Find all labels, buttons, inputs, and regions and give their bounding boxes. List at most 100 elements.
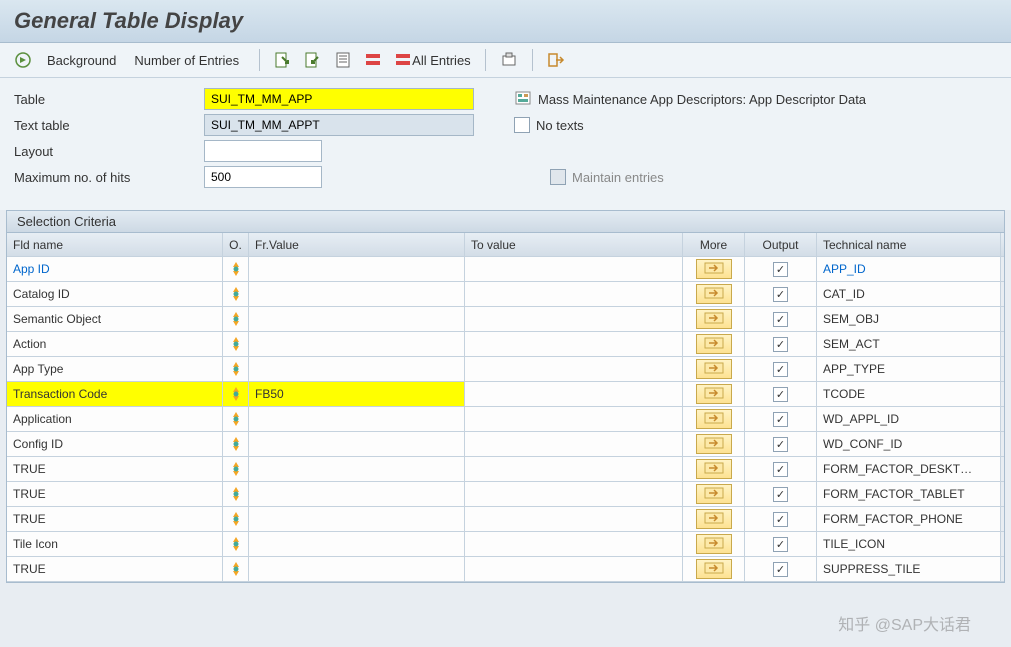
- fld-name-cell[interactable]: Application: [7, 407, 223, 431]
- output-checkbox[interactable]: ✓: [773, 437, 788, 452]
- operator-button[interactable]: [223, 432, 249, 456]
- col-op-header[interactable]: O.: [223, 233, 249, 256]
- toolbar-icon-4[interactable]: [360, 49, 386, 71]
- number-entries-button[interactable]: Number of Entries: [130, 51, 243, 70]
- operator-button[interactable]: [223, 407, 249, 431]
- technical-name-cell[interactable]: FORM_FACTOR_TABLET: [817, 482, 1001, 506]
- more-button[interactable]: [696, 484, 732, 504]
- from-value-cell[interactable]: [249, 257, 465, 281]
- toolbar-icon-2[interactable]: [300, 49, 326, 71]
- output-checkbox[interactable]: ✓: [773, 287, 788, 302]
- more-button[interactable]: [696, 509, 732, 529]
- technical-name-cell[interactable]: SEM_ACT: [817, 332, 1001, 356]
- fld-name-cell[interactable]: App Type: [7, 357, 223, 381]
- exit-button[interactable]: [543, 49, 569, 71]
- fld-name-cell[interactable]: TRUE: [7, 557, 223, 581]
- toolbar-icon-5[interactable]: [496, 49, 522, 71]
- from-value-cell[interactable]: [249, 307, 465, 331]
- toolbar-icon-1[interactable]: [270, 49, 296, 71]
- fld-name-cell[interactable]: App ID: [7, 257, 223, 281]
- more-button[interactable]: [696, 259, 732, 279]
- to-value-cell[interactable]: [465, 307, 683, 331]
- to-value-cell[interactable]: [465, 382, 683, 406]
- technical-name-cell[interactable]: APP_ID: [817, 257, 1001, 281]
- technical-name-cell[interactable]: TILE_ICON: [817, 532, 1001, 556]
- fld-name-cell[interactable]: Config ID: [7, 432, 223, 456]
- output-checkbox[interactable]: ✓: [773, 312, 788, 327]
- operator-button[interactable]: [223, 257, 249, 281]
- from-value-cell[interactable]: [249, 557, 465, 581]
- background-button[interactable]: Background: [43, 51, 120, 70]
- technical-name-cell[interactable]: APP_TYPE: [817, 357, 1001, 381]
- more-button[interactable]: [696, 309, 732, 329]
- technical-name-cell[interactable]: WD_CONF_ID: [817, 432, 1001, 456]
- more-button[interactable]: [696, 334, 732, 354]
- fld-name-cell[interactable]: Action: [7, 332, 223, 356]
- from-value-cell[interactable]: [249, 282, 465, 306]
- more-button[interactable]: [696, 534, 732, 554]
- operator-button[interactable]: [223, 357, 249, 381]
- fld-name-cell[interactable]: TRUE: [7, 457, 223, 481]
- operator-button[interactable]: [223, 557, 249, 581]
- operator-button[interactable]: [223, 532, 249, 556]
- from-value-cell[interactable]: FB50: [249, 382, 465, 406]
- output-checkbox[interactable]: ✓: [773, 512, 788, 527]
- technical-name-cell[interactable]: TCODE: [817, 382, 1001, 406]
- more-button[interactable]: [696, 559, 732, 579]
- from-value-cell[interactable]: [249, 532, 465, 556]
- col-fr-header[interactable]: Fr.Value: [249, 233, 465, 256]
- col-tech-header[interactable]: Technical name: [817, 233, 1001, 256]
- operator-button[interactable]: [223, 332, 249, 356]
- output-checkbox[interactable]: ✓: [773, 412, 788, 427]
- more-button[interactable]: [696, 359, 732, 379]
- fld-name-cell[interactable]: TRUE: [7, 507, 223, 531]
- fld-name-cell[interactable]: Transaction Code: [7, 382, 223, 406]
- more-button[interactable]: [696, 434, 732, 454]
- output-checkbox[interactable]: ✓: [773, 387, 788, 402]
- to-value-cell[interactable]: [465, 557, 683, 581]
- operator-button[interactable]: [223, 457, 249, 481]
- execute-button[interactable]: [10, 49, 39, 71]
- fld-name-cell[interactable]: Semantic Object: [7, 307, 223, 331]
- from-value-cell[interactable]: [249, 482, 465, 506]
- output-checkbox[interactable]: ✓: [773, 562, 788, 577]
- to-value-cell[interactable]: [465, 332, 683, 356]
- to-value-cell[interactable]: [465, 457, 683, 481]
- layout-input[interactable]: [204, 140, 322, 162]
- technical-name-cell[interactable]: FORM_FACTOR_PHONE: [817, 507, 1001, 531]
- fld-name-cell[interactable]: TRUE: [7, 482, 223, 506]
- table-input[interactable]: [204, 88, 474, 110]
- from-value-cell[interactable]: [249, 357, 465, 381]
- to-value-cell[interactable]: [465, 357, 683, 381]
- to-value-cell[interactable]: [465, 507, 683, 531]
- more-button[interactable]: [696, 459, 732, 479]
- more-button[interactable]: [696, 384, 732, 404]
- fld-name-cell[interactable]: Tile Icon: [7, 532, 223, 556]
- output-checkbox[interactable]: ✓: [773, 262, 788, 277]
- no-texts-checkbox[interactable]: [514, 117, 530, 133]
- col-fld-header[interactable]: Fld name: [7, 233, 223, 256]
- to-value-cell[interactable]: [465, 407, 683, 431]
- more-button[interactable]: [696, 284, 732, 304]
- to-value-cell[interactable]: [465, 257, 683, 281]
- from-value-cell[interactable]: [249, 332, 465, 356]
- from-value-cell[interactable]: [249, 432, 465, 456]
- technical-name-cell[interactable]: WD_APPL_ID: [817, 407, 1001, 431]
- technical-name-cell[interactable]: CAT_ID: [817, 282, 1001, 306]
- operator-button[interactable]: [223, 507, 249, 531]
- col-to-header[interactable]: To value: [465, 233, 683, 256]
- to-value-cell[interactable]: [465, 432, 683, 456]
- technical-name-cell[interactable]: FORM_FACTOR_DESKT…: [817, 457, 1001, 481]
- technical-name-cell[interactable]: SUPPRESS_TILE: [817, 557, 1001, 581]
- output-checkbox[interactable]: ✓: [773, 487, 788, 502]
- fld-name-cell[interactable]: Catalog ID: [7, 282, 223, 306]
- all-entries-button[interactable]: All Entries: [390, 49, 475, 71]
- to-value-cell[interactable]: [465, 482, 683, 506]
- operator-button[interactable]: [223, 482, 249, 506]
- col-out-header[interactable]: Output: [745, 233, 817, 256]
- operator-button[interactable]: [223, 307, 249, 331]
- from-value-cell[interactable]: [249, 407, 465, 431]
- operator-button[interactable]: [223, 282, 249, 306]
- operator-button[interactable]: [223, 382, 249, 406]
- output-checkbox[interactable]: ✓: [773, 537, 788, 552]
